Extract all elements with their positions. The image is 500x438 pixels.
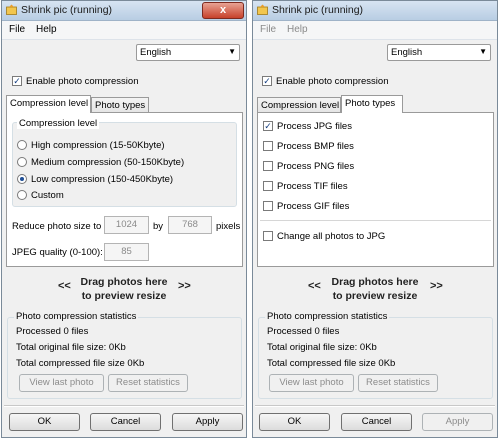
apply-button[interactable]: Apply — [172, 413, 243, 431]
width-input[interactable]: 1024 — [104, 216, 149, 234]
medium-compression-label: Medium compression (50-150Kbyte) — [31, 157, 185, 168]
menu-file[interactable]: File — [260, 24, 276, 35]
app-icon — [6, 4, 17, 15]
divider-highlight — [4, 406, 244, 407]
process-png-label: Process PNG files — [277, 161, 355, 172]
close-button[interactable]: x — [202, 2, 244, 19]
change-all-to-jpg-label: Change all photos to JPG — [277, 231, 386, 242]
reset-statistics-button[interactable]: Reset statistics — [108, 374, 188, 392]
statistics-title: Photo compression statistics — [14, 311, 139, 322]
drop-text-line2: to preview resize — [332, 290, 418, 302]
enable-compression-checkbox[interactable]: ✓ — [262, 76, 272, 86]
processed-files: Processed 0 files — [267, 326, 340, 337]
title-bar[interactable]: Shrink pic (running) x — [2, 1, 246, 21]
drop-text-line2: to preview resize — [81, 290, 167, 302]
ok-button[interactable]: OK — [9, 413, 80, 431]
photo-types-panel: ✓ Process JPG files Process BMP files Pr… — [257, 112, 494, 267]
chevron-down-icon: ▼ — [479, 47, 487, 56]
process-gif-label: Process GIF files — [277, 201, 350, 212]
menu-help[interactable]: Help — [36, 24, 57, 35]
reduce-size-label: Reduce photo size to — [12, 221, 102, 232]
cancel-button[interactable]: Cancel — [341, 413, 412, 431]
process-jpg-checkbox[interactable]: ✓ — [263, 121, 273, 131]
enable-compression-checkbox[interactable]: ✓ — [12, 76, 22, 86]
chevron-down-icon: ▼ — [228, 47, 236, 56]
compressed-size: Total compressed file size 0Kb — [16, 358, 145, 369]
chevron-right-icon: >> — [178, 280, 191, 292]
tab-photo-types[interactable]: Photo types — [341, 95, 403, 113]
title-bar[interactable]: Shrink pic (running) — [253, 1, 497, 21]
original-size: Total original file size: 0Kb — [267, 342, 377, 353]
language-select[interactable]: English ▼ — [136, 44, 240, 61]
enable-compression-label: Enable photo compression — [276, 76, 389, 87]
view-last-photo-button[interactable]: View last photo — [269, 374, 354, 392]
by-label: by — [153, 221, 164, 232]
pixels-label: pixels — [216, 221, 241, 232]
process-tif-label: Process TIF files — [277, 181, 348, 192]
process-jpg-label: Process JPG files — [277, 121, 352, 132]
ok-button[interactable]: OK — [259, 413, 330, 431]
drop-zone[interactable]: << Drag photos here to preview resize >> — [2, 269, 246, 309]
processed-files: Processed 0 files — [16, 326, 89, 337]
statistics-title: Photo compression statistics — [265, 311, 390, 322]
window-title: Shrink pic (running) — [272, 4, 364, 16]
divider-highlight — [255, 406, 495, 407]
drop-zone[interactable]: << Drag photos here to preview resize >> — [253, 269, 497, 309]
low-compression-label: Low compression (150-450Kbyte) — [31, 174, 174, 185]
process-bmp-label: Process BMP files — [277, 141, 354, 152]
jpeg-quality-input[interactable]: 85 — [104, 243, 149, 261]
cancel-button[interactable]: Cancel — [90, 413, 161, 431]
process-gif-checkbox[interactable] — [263, 201, 273, 211]
tab-compression-level[interactable]: Compression level — [257, 97, 341, 113]
shrink-pic-window-photo-types: Shrink pic (running) File Help English ▼… — [252, 0, 498, 438]
chevron-right-icon: >> — [430, 280, 443, 292]
radio-custom[interactable] — [17, 190, 27, 200]
compression-level-panel: Compression level High compression (15-5… — [6, 112, 243, 267]
height-input[interactable]: 768 — [168, 216, 212, 234]
tab-photo-types[interactable]: Photo types — [91, 97, 149, 113]
menu-help[interactable]: Help — [287, 24, 308, 35]
close-icon: x — [219, 4, 227, 16]
menu-bar: File Help — [2, 21, 246, 40]
radio-low-compression[interactable] — [17, 174, 27, 184]
app-icon — [257, 4, 268, 15]
reset-statistics-button[interactable]: Reset statistics — [358, 374, 438, 392]
language-select[interactable]: English ▼ — [387, 44, 491, 61]
jpeg-quality-label: JPEG quality (0-100): — [12, 247, 103, 258]
process-tif-checkbox[interactable] — [263, 181, 273, 191]
apply-button[interactable]: Apply — [422, 413, 493, 431]
language-value: English — [140, 47, 172, 58]
change-all-to-jpg-checkbox[interactable] — [263, 231, 273, 241]
menu-bar: File Help — [253, 21, 497, 40]
drop-zone-text: Drag photos here to preview resize — [253, 275, 497, 303]
menu-file[interactable]: File — [9, 24, 25, 35]
process-png-checkbox[interactable] — [263, 161, 273, 171]
view-last-photo-button[interactable]: View last photo — [19, 374, 104, 392]
drop-text-line1: Drag photos here — [331, 276, 419, 288]
shrink-pic-window-compression: Shrink pic (running) x File Help English… — [1, 0, 247, 438]
language-value: English — [391, 47, 423, 58]
original-size: Total original file size: 0Kb — [16, 342, 126, 353]
high-compression-label: High compression (15-50Kbyte) — [31, 140, 165, 151]
enable-compression-label: Enable photo compression — [26, 76, 139, 87]
custom-label: Custom — [31, 190, 64, 201]
radio-high-compression[interactable] — [17, 140, 27, 150]
compression-group-title: Compression level — [17, 118, 100, 129]
tab-compression-level[interactable]: Compression level — [6, 95, 91, 113]
compressed-size: Total compressed file size 0Kb — [267, 358, 396, 369]
drop-text-line1: Drag photos here — [80, 276, 168, 288]
window-title: Shrink pic (running) — [21, 4, 113, 16]
radio-medium-compression[interactable] — [17, 157, 27, 167]
drop-zone-text: Drag photos here to preview resize — [2, 275, 246, 303]
panel-divider — [260, 220, 491, 221]
process-bmp-checkbox[interactable] — [263, 141, 273, 151]
